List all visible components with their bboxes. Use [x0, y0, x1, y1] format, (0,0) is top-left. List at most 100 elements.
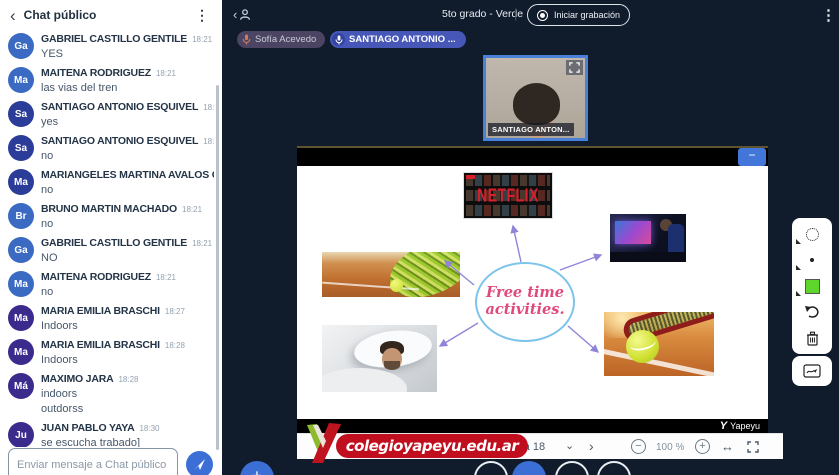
chat-message: Ma MAITENA RODRIGUEZ 18:21 no [0, 268, 214, 302]
school-banner: colegioyapeyu.edu.ar [336, 434, 528, 458]
chat-message: Ma MARIANGELES MARTINA AVALOS C... 18:21… [0, 166, 214, 200]
school-logo-icon [299, 422, 343, 464]
slide-list-chevron-icon[interactable]: ⌄ [565, 439, 574, 452]
minimize-presentation-button[interactable]: − [738, 148, 766, 166]
title-separator: | [514, 6, 517, 21]
message-sender: MARIA EMILIA BRASCHI [41, 305, 160, 318]
undo-icon [804, 305, 820, 319]
message-sender: JUAN PABLO YAYA [41, 422, 134, 435]
trash-icon [806, 331, 819, 346]
message-time: 18:21 [156, 271, 176, 284]
chat-header: ‹ Chat público ⋮ [0, 0, 222, 30]
message-time: 18:21 [192, 237, 212, 250]
audio-button[interactable] [512, 461, 546, 475]
next-slide-button[interactable]: › [589, 438, 594, 454]
chat-options-menu-icon[interactable]: ⋮ [192, 7, 212, 24]
options-menu-icon[interactable]: ⋮ [817, 6, 839, 24]
fit-width-button[interactable]: ↔ [721, 439, 734, 454]
message-sender: MAITENA RODRIGUEZ [41, 67, 151, 80]
avatar: Má [8, 373, 34, 399]
speaker-badge-muted[interactable]: Sofía Acevedo [237, 31, 325, 48]
zoom-out-button[interactable]: − [631, 439, 646, 454]
zoom-in-button[interactable]: + [695, 439, 710, 454]
message-text: yes [41, 116, 210, 129]
chat-message: Br BRUNO MARTIN MACHADO 18:21 no [0, 200, 214, 234]
message-body: YES [41, 48, 210, 61]
message-text: outdorss [41, 403, 139, 416]
message-body: no [41, 184, 210, 197]
screenshare-button[interactable] [597, 461, 631, 475]
message-body: indoors outdorss [41, 388, 139, 416]
speaker-badge-active[interactable]: SANTIAGO ANTONIO ... [330, 31, 466, 48]
actions-plus-button[interactable]: + [240, 461, 274, 475]
zoom-level: 100 % [656, 442, 684, 453]
netflix-image: NETFLIX [463, 172, 553, 219]
message-time: 18:30 [139, 422, 159, 435]
gaming-image [610, 214, 686, 262]
message-text: Indoors [41, 354, 185, 367]
avatar: Br [8, 203, 34, 229]
webcam-fullscreen-icon[interactable] [566, 60, 583, 75]
shape-tool-button[interactable] [792, 221, 832, 247]
avatar: Ma [8, 271, 34, 297]
avatar: Ga [8, 237, 34, 263]
thickness-tool-button[interactable] [792, 247, 832, 273]
message-text: Indoors [41, 320, 185, 333]
active-mic-icon [332, 33, 345, 46]
chat-message: Ju JUAN PABLO YAYA 18:30 se escucha trab… [0, 419, 214, 447]
message-body: Indoors [41, 320, 185, 333]
chat-panel: ‹ Chat público ⋮ Ga GABRIEL CASTILLO GEN… [0, 0, 222, 475]
message-text: indoors [41, 388, 139, 401]
sleeping-image [322, 325, 437, 392]
avatar: Ma [8, 305, 34, 331]
userlist-toggle-button[interactable]: ‹ [233, 7, 251, 22]
multi-user-whiteboard-button[interactable] [792, 356, 832, 386]
chat-message-list: Ga GABRIEL CASTILLO GENTILE 18:21 YES Ma… [0, 30, 214, 447]
meeting-title: 5to grado - Verde [442, 8, 523, 20]
webcam-video-santiago[interactable]: SANTIAGO ANTON... [483, 55, 588, 141]
message-time: 18:28 [165, 339, 185, 352]
start-recording-button[interactable]: Iniciar grabación [527, 4, 630, 26]
message-text: no [41, 286, 176, 299]
message-sender: SANTIAGO ANTONIO ESQUIVEL [41, 135, 198, 148]
chat-scrollbar[interactable] [216, 85, 219, 450]
muted-mic-icon [242, 34, 251, 45]
avatar: Sa [8, 101, 34, 127]
chat-message-input[interactable] [8, 448, 178, 475]
presentation-slide[interactable]: NETFLIX [297, 166, 768, 419]
speaker-name: SANTIAGO ANTONIO ... [349, 34, 456, 45]
yapeyu-logo-icon: Y [720, 420, 727, 432]
webcam-button[interactable] [555, 461, 589, 475]
bbb-meeting-app: ‹ Chat público ⋮ Ga GABRIEL CASTILLO GEN… [0, 0, 839, 475]
message-sender: MAITENA RODRIGUEZ [41, 271, 151, 284]
yapeyu-watermark: Y Yapeyu [720, 420, 760, 432]
send-message-button[interactable] [186, 451, 213, 475]
avatar: Ma [8, 339, 34, 365]
chat-message: Sa SANTIAGO ANTONIO ESQUIVEL 18:21 no [0, 132, 214, 166]
mindmap-title-line1: Free time [486, 285, 564, 302]
user-icon [238, 8, 251, 21]
message-body: no [41, 150, 210, 163]
webcam-name-label: SANTIAGO ANTON... [488, 123, 574, 136]
message-text: no [41, 218, 202, 231]
back-chevron-icon[interactable]: ‹ [10, 7, 16, 24]
undo-button[interactable] [792, 299, 832, 325]
chat-title: Chat público [24, 8, 184, 22]
clear-annotations-button[interactable] [792, 325, 832, 351]
shape-tool-icon [806, 228, 819, 241]
message-time: 18:21 [203, 135, 214, 148]
chat-message: Ga GABRIEL CASTILLO GENTILE 18:21 YES [0, 30, 214, 64]
mute-button[interactable] [474, 461, 508, 475]
message-text: se escucha trabado] [41, 437, 160, 447]
message-sender: GABRIEL CASTILLO GENTILE [41, 237, 187, 250]
message-body: no [41, 218, 202, 231]
fullscreen-button[interactable] [747, 440, 759, 458]
message-body: no [41, 286, 176, 299]
message-body: yes [41, 116, 210, 129]
message-body: se escucha trabado] [41, 437, 160, 447]
message-text: no [41, 150, 210, 163]
color-tool-button[interactable] [792, 273, 832, 299]
mindmap-center: Free time activities. [475, 262, 575, 342]
speaker-name: Sofía Acevedo [255, 34, 316, 45]
message-text: las vias del tren [41, 82, 176, 95]
